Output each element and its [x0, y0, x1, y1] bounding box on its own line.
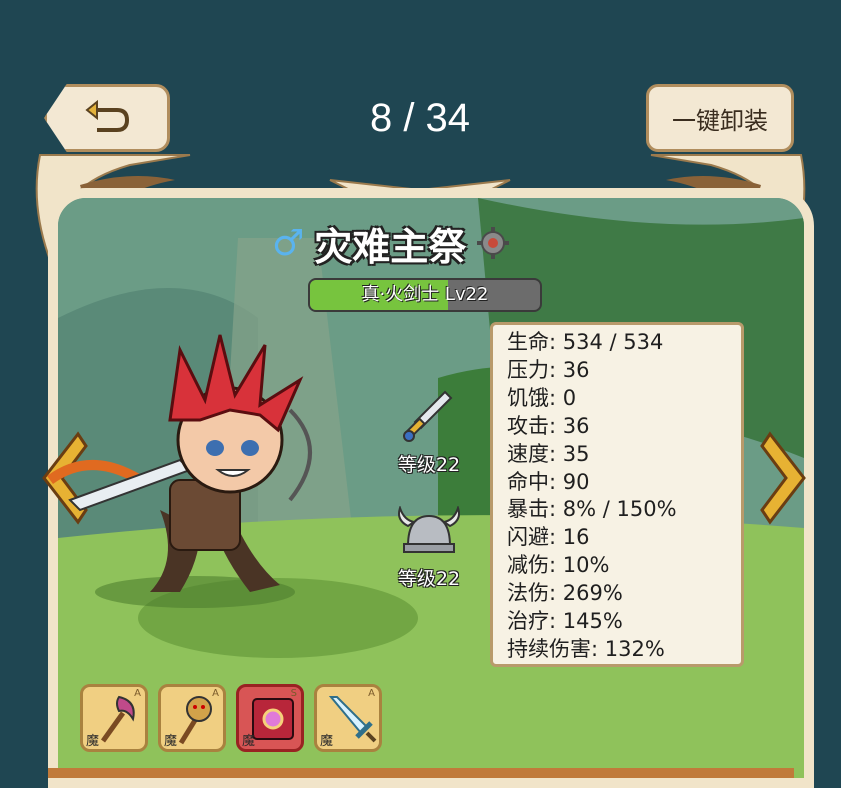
skill-type-tag: 魔 — [86, 734, 100, 749]
skill-slot-4[interactable]: A 魔 — [314, 684, 382, 752]
equipment-armor[interactable]: 等级22 — [384, 506, 474, 591]
skill-rank: S — [290, 688, 297, 699]
skill-type-tag: 魔 — [320, 734, 334, 749]
skill-type-tag: 魔 — [164, 734, 178, 749]
stat-hp: 生命: 534 / 534 — [507, 330, 664, 354]
undo-arrow-icon — [85, 99, 130, 132]
equipment-weapon[interactable]: 等级22 — [384, 388, 474, 477]
back-button[interactable] — [44, 84, 170, 152]
next-hero-arrow-icon[interactable] — [760, 430, 810, 526]
hero-character-portrait[interactable] — [30, 330, 350, 610]
gear-icon[interactable] — [476, 226, 510, 260]
stat-speed: 速度: 35 — [507, 441, 590, 466]
skill-rank: A — [212, 688, 219, 699]
hero-name[interactable]: 灾难主祭 — [314, 216, 466, 271]
sword-icon — [403, 390, 453, 442]
stat-healing: 治疗: 145% — [507, 609, 623, 634]
hero-name-row: ♂ 灾难主祭 — [272, 216, 572, 270]
stat-crit: 暴击: 8% / 150% — [507, 497, 677, 522]
skill-type-tag: 魔 — [242, 734, 256, 749]
stat-damage-reduction: 减伤: 10% — [507, 553, 610, 578]
stat-attack: 攻击: 36 — [507, 413, 590, 438]
skill-slot-3[interactable]: S 魔 — [236, 684, 304, 752]
helmet-icon — [398, 506, 460, 553]
weapon-level-label: 等级22 — [397, 454, 461, 476]
skill-rank: A — [368, 688, 375, 699]
stat-hunger: 饥饿: 0 — [507, 385, 577, 410]
class-level-bar: 真·火剑士 Lv22 — [308, 278, 542, 312]
hero-counter: 8 / 34 — [369, 96, 471, 140]
bottom-panel-edge — [48, 768, 794, 778]
hero-stats-panel: 生命: 534 / 534 压力: 36 饥饿: 0 攻击: 36 速度: 35… — [490, 322, 744, 667]
male-gender-icon: ♂ — [272, 222, 305, 264]
skill-slot-1[interactable]: A 魔 — [80, 684, 148, 752]
unequip-all-button[interactable]: 一键卸装 — [646, 84, 794, 152]
armor-level-label: 等级22 — [397, 568, 461, 590]
skill-slot-2[interactable]: A 魔 — [158, 684, 226, 752]
stat-dot-damage: 持续伤害: 132% — [507, 636, 665, 661]
stat-stress: 压力: 36 — [507, 357, 590, 382]
skill-bar: A 魔 A 魔 S 魔 A 魔 — [80, 684, 382, 752]
class-level-label: 真·火剑士 Lv22 — [361, 284, 489, 305]
stat-dodge: 闪避: 16 — [507, 525, 590, 550]
skill-rank: A — [134, 688, 141, 699]
stat-magic-damage: 法伤: 269% — [507, 581, 623, 606]
stat-accuracy: 命中: 90 — [507, 469, 590, 494]
